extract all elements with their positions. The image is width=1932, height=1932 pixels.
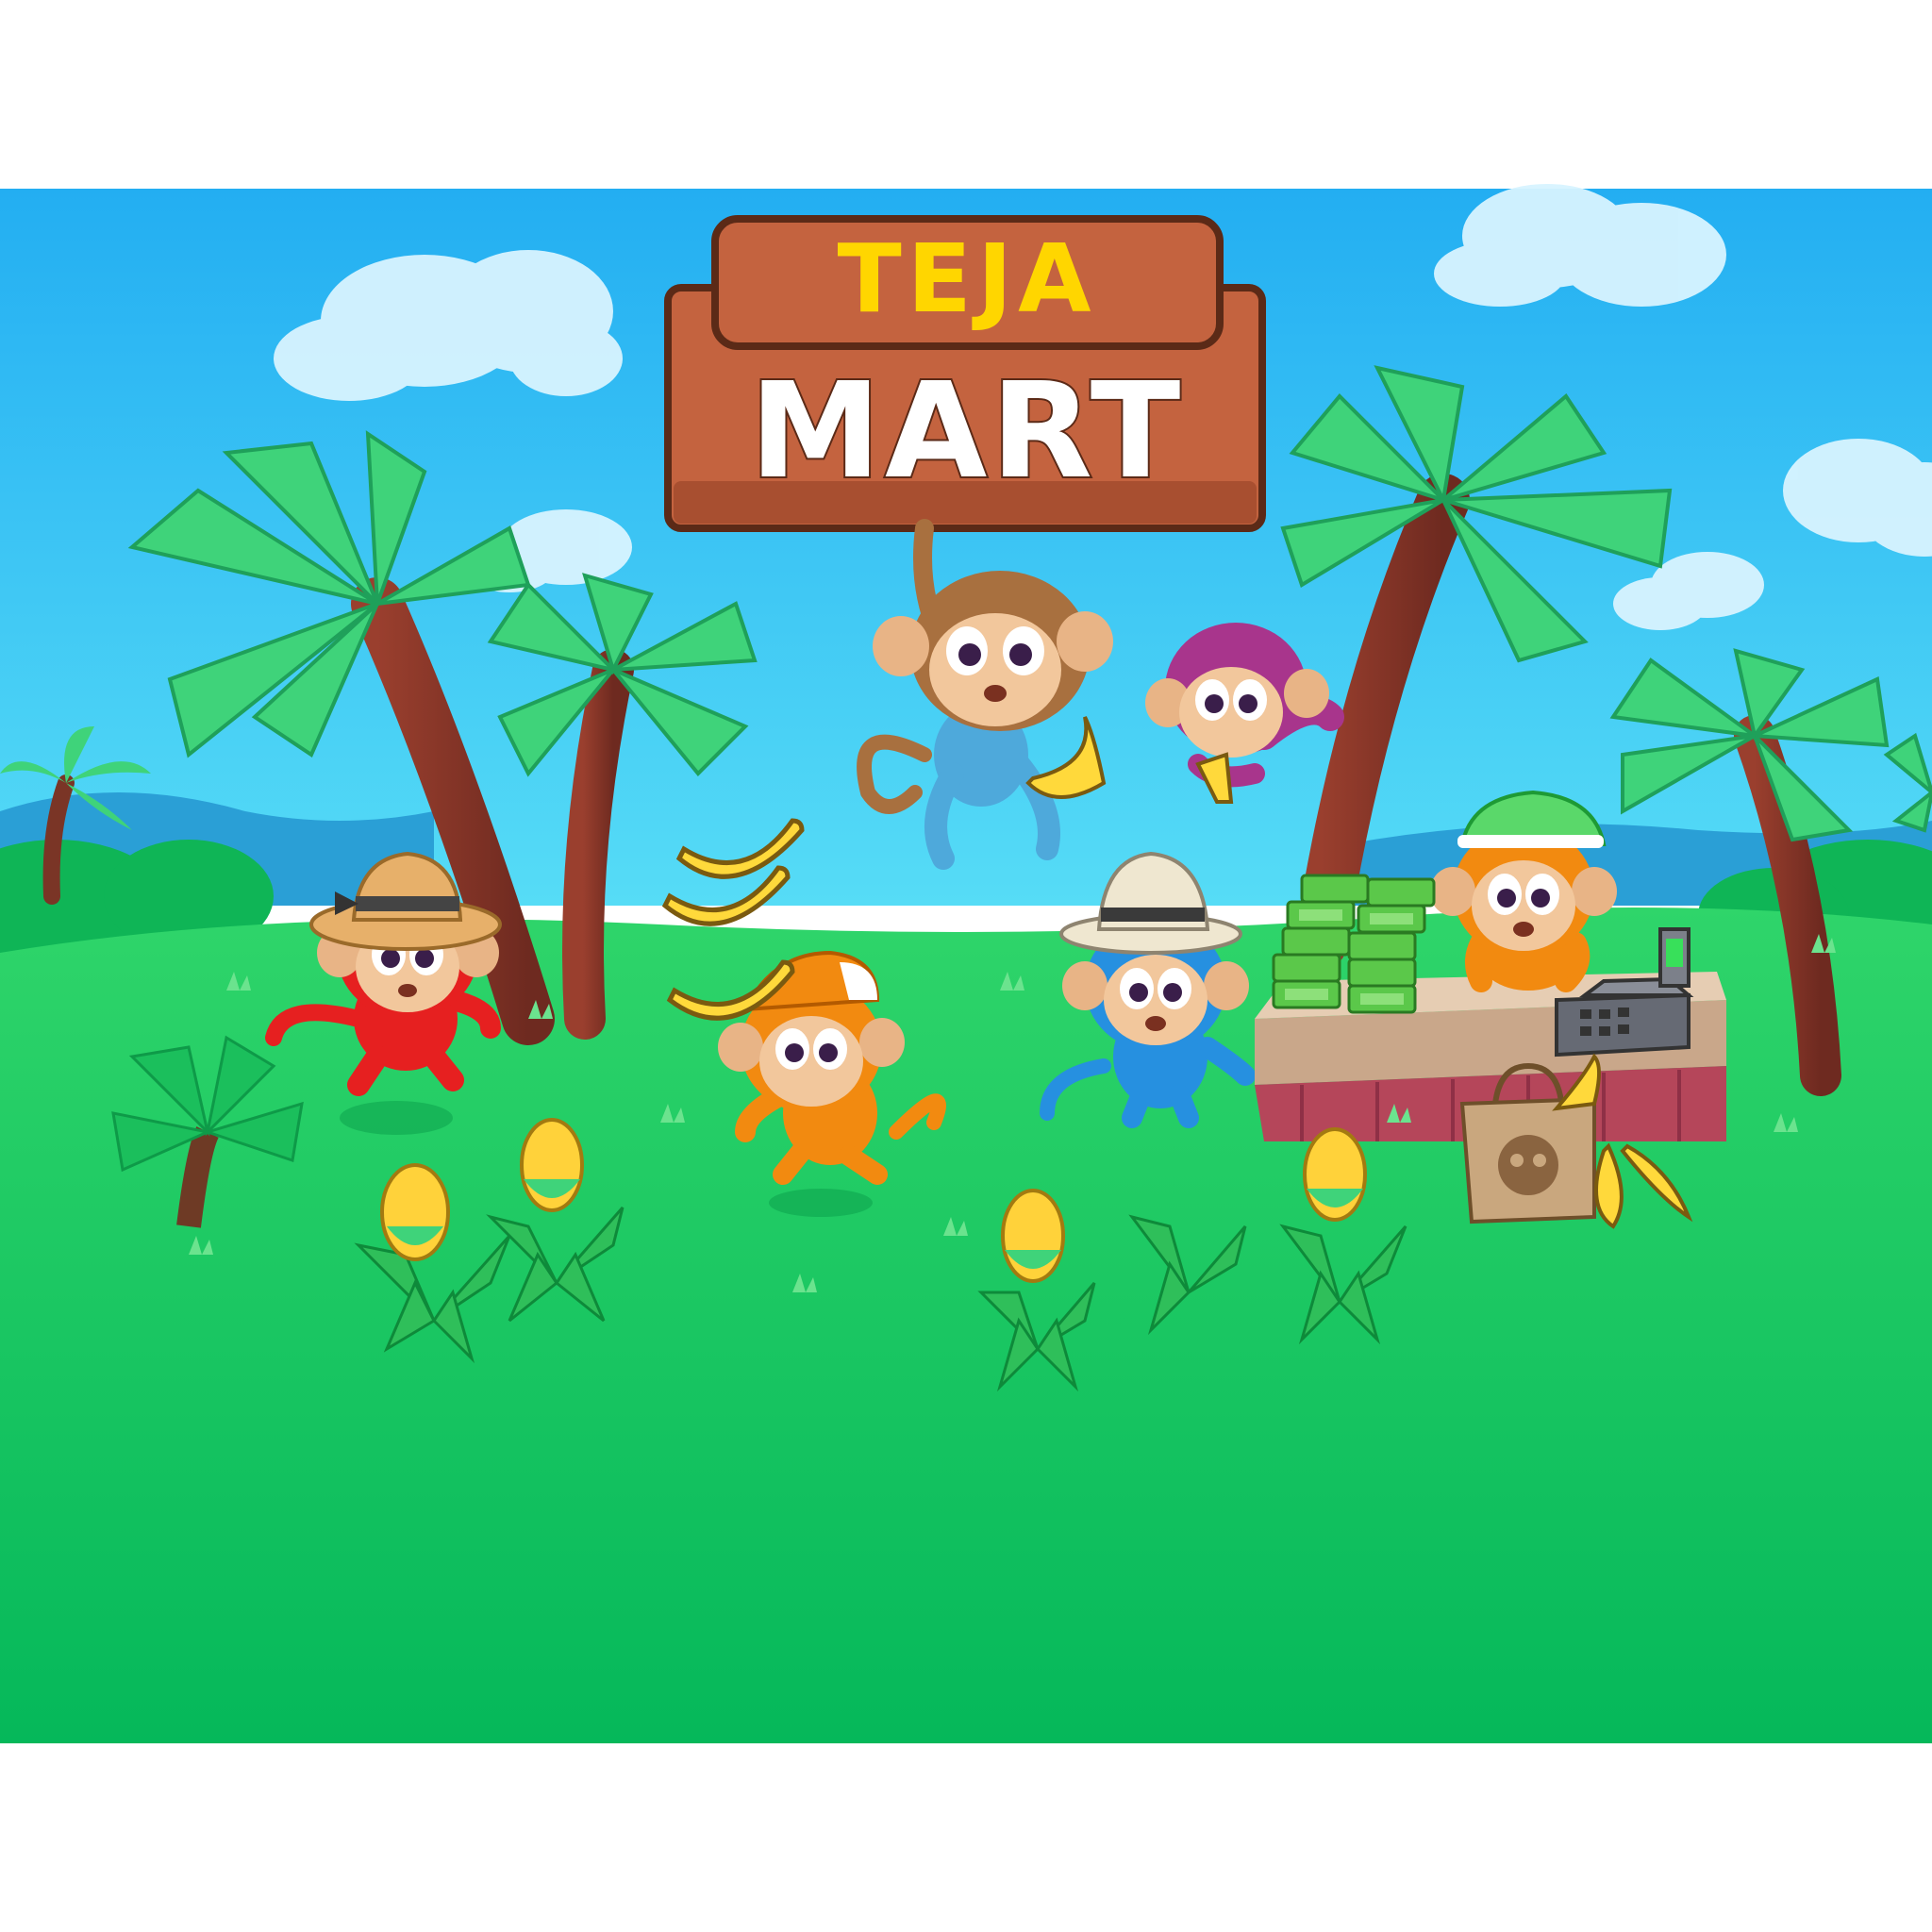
- game-scene: TEJA MART: [0, 184, 1932, 1743]
- corn-icon: [520, 1118, 584, 1212]
- title-line2: MART: [750, 355, 1185, 508]
- corn-icon: [1303, 1127, 1367, 1222]
- corn-icon: [380, 1163, 450, 1261]
- corn-icon: [1001, 1189, 1065, 1283]
- game-title-screen: TEJA MART: [0, 0, 1932, 1932]
- title-line1: TEJA: [837, 224, 1096, 334]
- title-sign: TEJA MART: [664, 215, 1266, 532]
